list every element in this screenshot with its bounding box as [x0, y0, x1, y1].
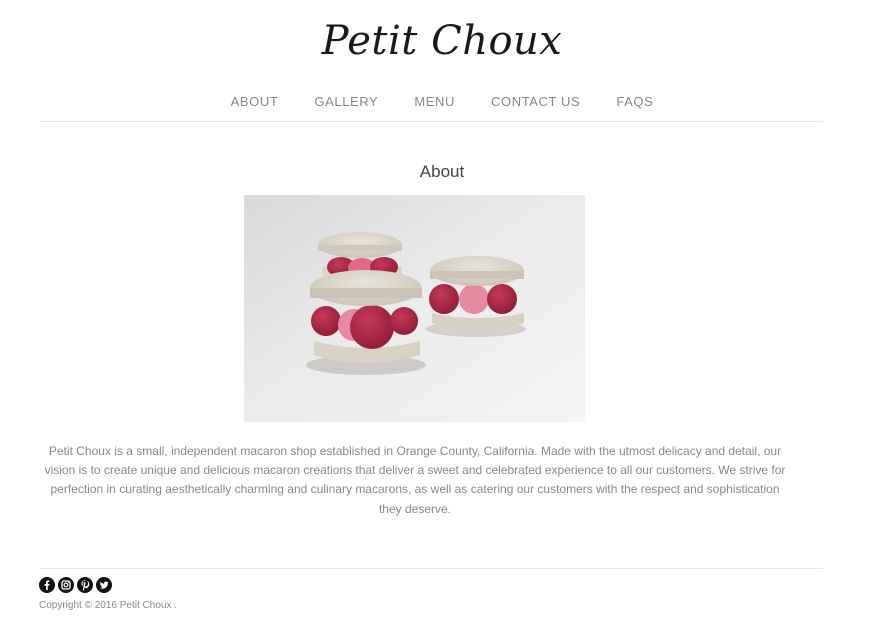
site-logo[interactable]: Petit Choux [0, 18, 884, 64]
main-nav: ABOUT GALLERY MENU CONTACT US FAQS [0, 94, 884, 109]
nav-item-menu[interactable]: MENU [414, 94, 455, 109]
section-title: About [419, 162, 465, 181]
header-divider [39, 121, 823, 122]
pinterest-icon[interactable] [77, 577, 93, 593]
macarons-photo [244, 195, 585, 422]
nav-item-faqs[interactable]: FAQS [616, 94, 653, 109]
copyright-text: Copyright © 2016 Petit Choux . [39, 600, 177, 611]
twitter-icon[interactable] [96, 577, 112, 593]
nav-item-gallery[interactable]: GALLERY [314, 94, 378, 109]
social-links [39, 577, 112, 593]
instagram-icon[interactable] [58, 577, 74, 593]
nav-item-contact-us[interactable]: CONTACT US [491, 94, 580, 109]
about-paragraph: Petit Choux is a small, independent maca… [44, 444, 786, 516]
facebook-icon[interactable] [39, 577, 55, 593]
footer-divider [39, 568, 823, 569]
nav-item-about[interactable]: ABOUT [231, 94, 279, 109]
